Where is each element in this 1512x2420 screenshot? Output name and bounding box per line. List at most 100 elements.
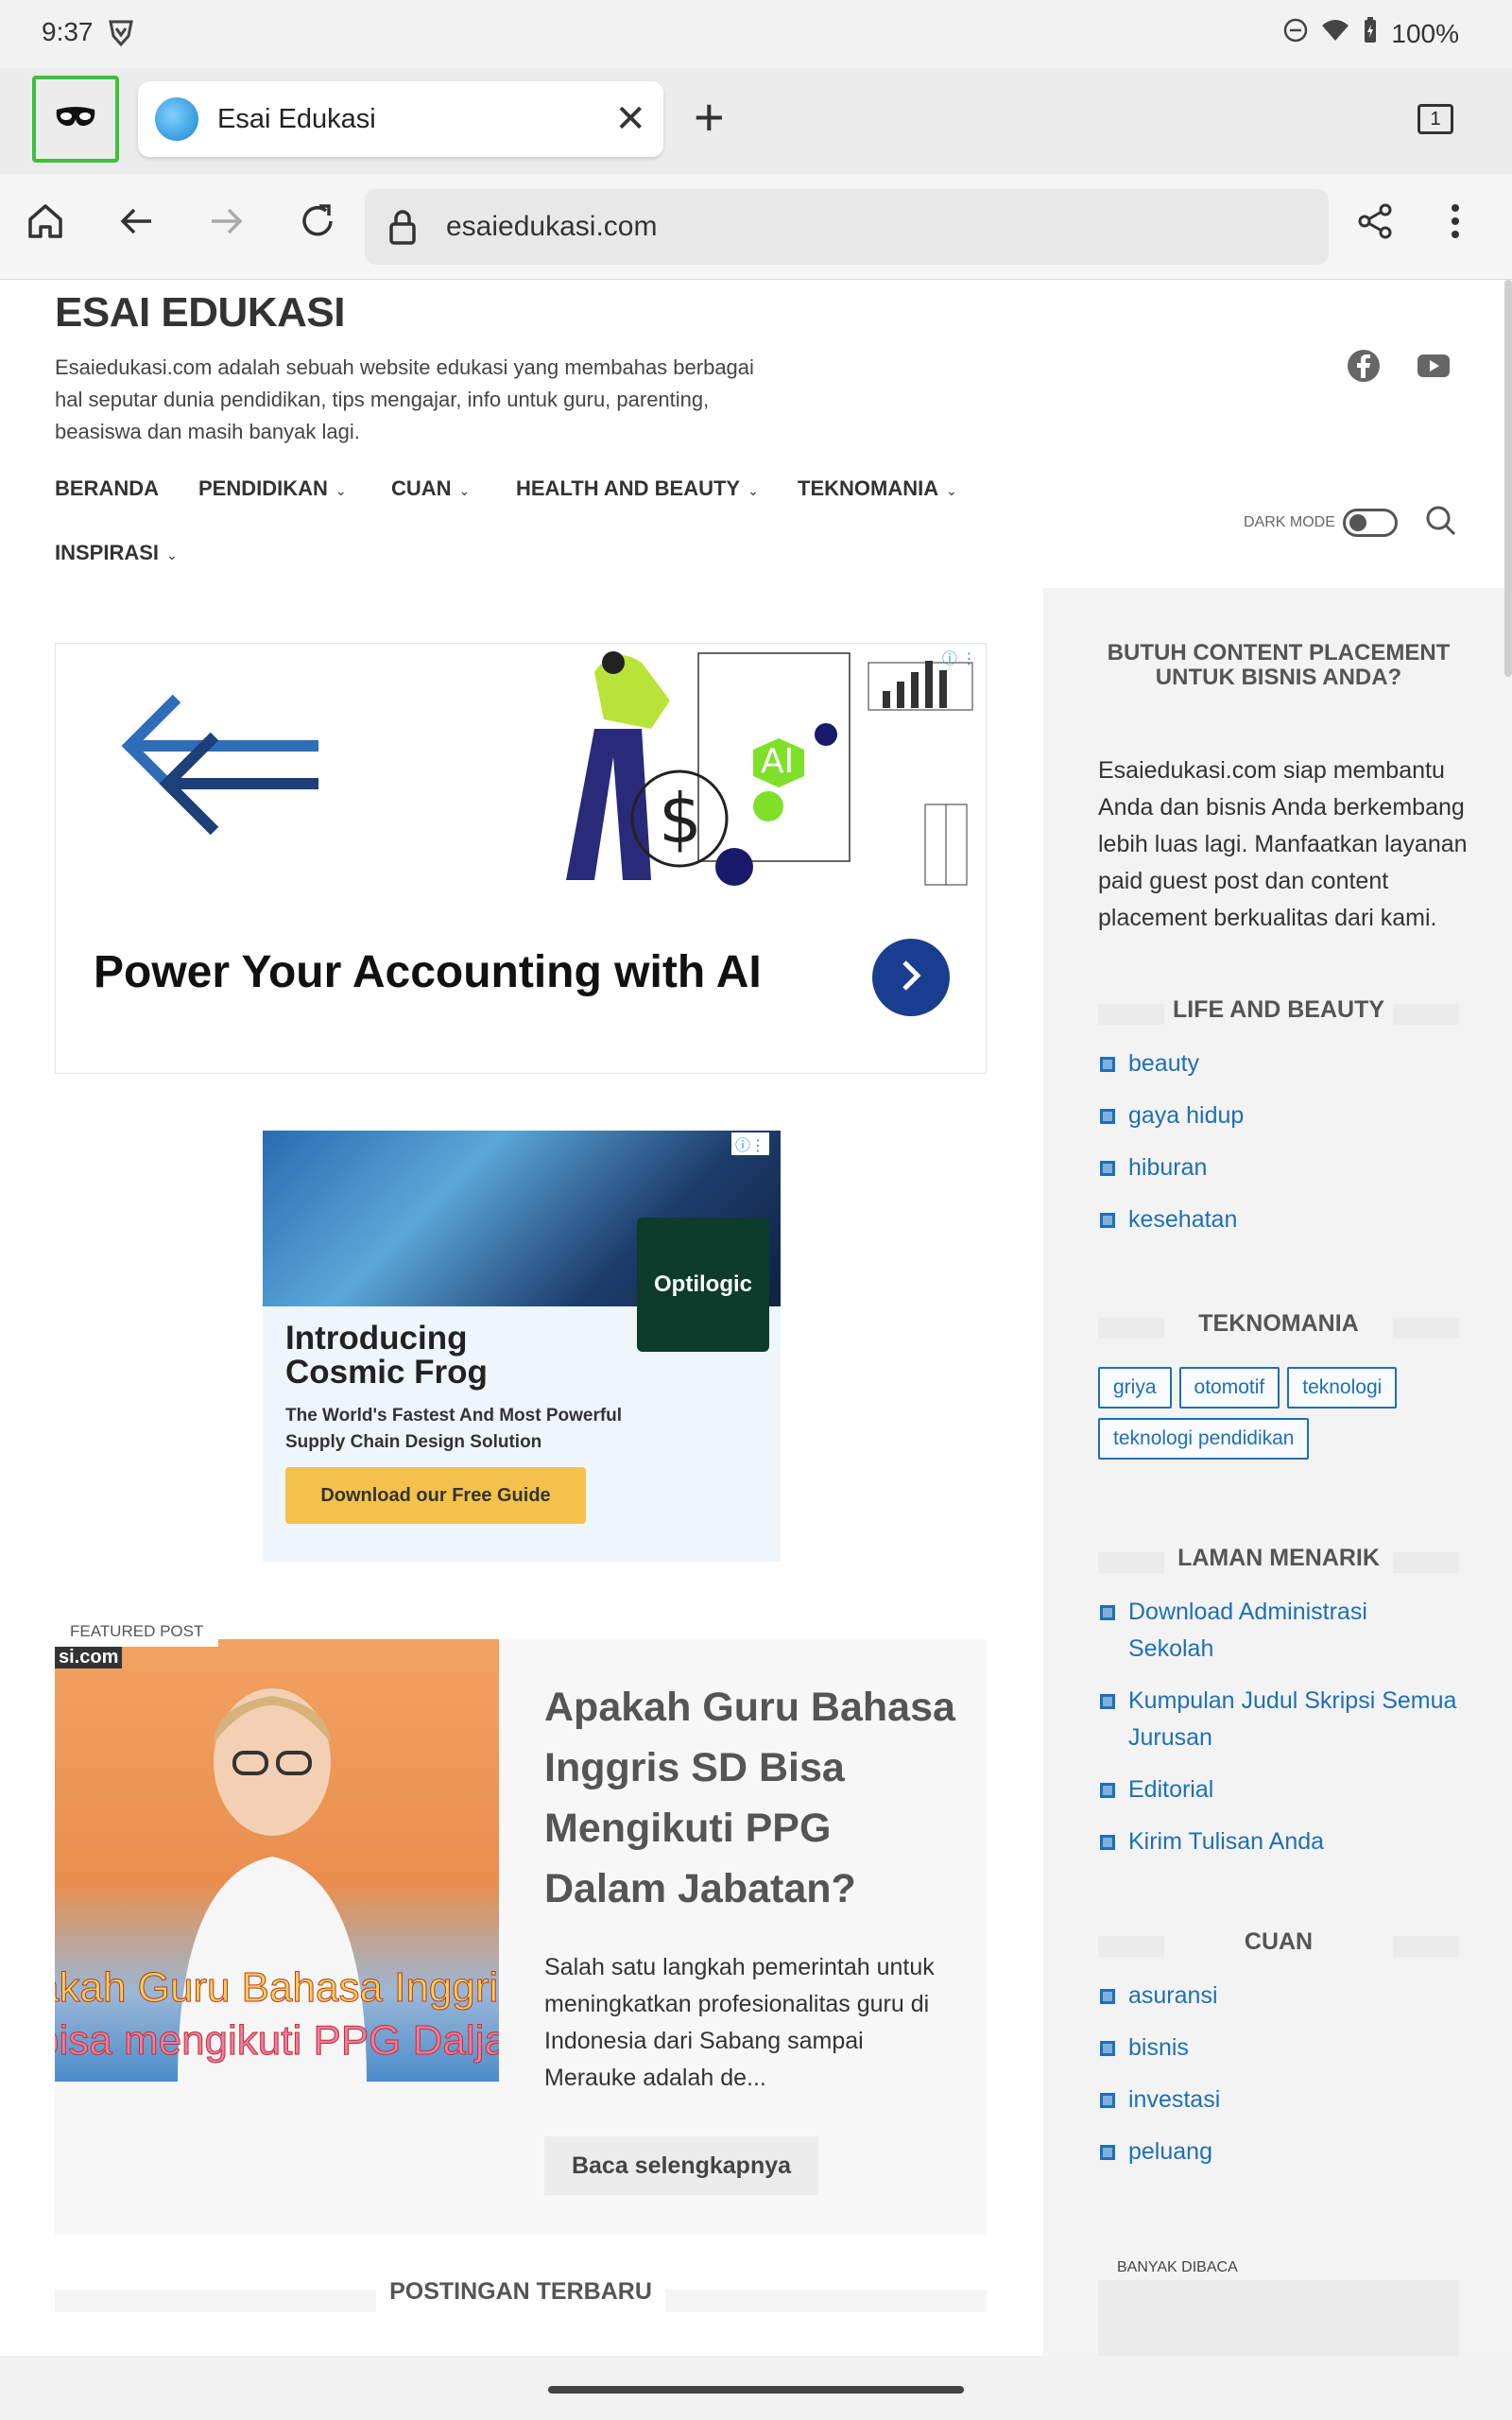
nav-beranda[interactable]: BERANDA bbox=[55, 476, 159, 501]
widget-title-life-beauty: LIFE AND BEAUTY bbox=[1098, 996, 1459, 1025]
tag-otomotif[interactable]: otomotif bbox=[1178, 1367, 1280, 1409]
home-icon[interactable] bbox=[25, 200, 66, 250]
widget-title-cuan: CUAN bbox=[1098, 1928, 1459, 1957]
home-gesture-handle[interactable] bbox=[548, 2386, 964, 2394]
address-bar[interactable]: esaiedukasi.com bbox=[365, 189, 1329, 265]
battery-icon bbox=[1363, 17, 1378, 50]
teknomania-tags: griya otomotif teknologi teknologi pendi… bbox=[1098, 1367, 1476, 1460]
ai-badge-text: AI bbox=[761, 742, 794, 781]
ad-subtext: The World's Fastest And Most Powerful Su… bbox=[285, 1406, 623, 1452]
sidebar-link-asuransi[interactable]: asuransi bbox=[1098, 1978, 1457, 2014]
sidebar-link-hiburan[interactable]: hiburan bbox=[1098, 1150, 1457, 1186]
tab-esai-edukasi[interactable]: Esai Edukasi ✕ bbox=[138, 81, 663, 157]
tag-griya[interactable]: griya bbox=[1098, 1367, 1172, 1409]
featured-post-title[interactable]: Apakah Guru Bahasa Inggris SD Bisa Mengi… bbox=[544, 1677, 960, 1919]
tag-teknologi[interactable]: teknologi bbox=[1287, 1367, 1398, 1409]
status-bar: 9:37 100% bbox=[0, 0, 1512, 68]
chevron-right-icon bbox=[897, 957, 925, 999]
share-icon[interactable] bbox=[1355, 200, 1397, 250]
widget-title-cuan-label: CUAN bbox=[1244, 1928, 1314, 1955]
ad-info-icon[interactable]: ⓘ ⋮ bbox=[942, 646, 976, 668]
chevron-down-icon: ⌄ bbox=[458, 483, 471, 498]
sidebar-link-investasi[interactable]: investasi bbox=[1098, 2082, 1457, 2118]
banyak-dibaca-widget: BANYAK DIBACA bbox=[1098, 2259, 1459, 2356]
ad-download-button[interactable]: Download our Free Guide bbox=[285, 1467, 586, 1524]
nav-cuan-label: CUAN bbox=[391, 476, 452, 500]
sidebar-link-gaya-hidup[interactable]: gaya hidup bbox=[1098, 1098, 1457, 1134]
vpn-shield-icon bbox=[108, 19, 134, 52]
new-tab-plus-icon[interactable]: + bbox=[694, 91, 725, 144]
advertisement-accounting-ai[interactable]: $ AI ⓘ ⋮ Power Your Accounting with AI bbox=[55, 643, 987, 1074]
page-scrollbar[interactable] bbox=[1504, 280, 1512, 677]
reload-icon[interactable] bbox=[297, 200, 338, 250]
sidebar-link-bisnis[interactable]: bisnis bbox=[1098, 2030, 1457, 2066]
banyak-dibaca-label: BANYAK DIBACA bbox=[1113, 2259, 1242, 2276]
widget-title-life-beauty-label: LIFE AND BEAUTY bbox=[1172, 996, 1385, 1023]
latest-posts-heading-label: POSTINGAN TERBARU bbox=[376, 2278, 665, 2305]
web-page: ESAI EDUKASI Esaiedukasi.com adalah sebu… bbox=[0, 280, 1512, 2356]
search-icon[interactable] bbox=[1425, 505, 1457, 542]
image-caption-line-2: bisa mengikuti PPG Dalja bbox=[55, 2017, 499, 2065]
chevron-down-icon: ⌄ bbox=[747, 483, 759, 498]
latest-posts-heading: POSTINGAN TERBARU bbox=[55, 2278, 987, 2312]
advertisement-cosmic-frog[interactable]: ⓘ⋮ Optilogic Introducing Cosmic Frog The… bbox=[263, 1131, 781, 1562]
url-text: esaiedukasi.com bbox=[446, 211, 658, 242]
sidebar-link-kirim-tulisan[interactable]: Kirim Tulisan Anda bbox=[1098, 1824, 1457, 1860]
featured-post-image[interactable]: si.com akah Guru Bahasa Inggris bisa men… bbox=[55, 1639, 499, 2082]
chevron-down-icon: ⌄ bbox=[166, 547, 178, 562]
battery-level: 100% bbox=[1391, 18, 1459, 48]
sidebar-link-judul-skripsi[interactable]: Kumpulan Judul Skripsi Semua Jurusan bbox=[1098, 1683, 1457, 1756]
nav-inspirasi[interactable]: INSPIRASI ⌄ bbox=[55, 541, 178, 565]
chevron-down-icon: ⌄ bbox=[335, 483, 347, 498]
tag-teknologi-pendidikan[interactable]: teknologi pendidikan bbox=[1098, 1418, 1310, 1460]
private-mode-button[interactable] bbox=[32, 76, 119, 163]
featured-post-label: FEATURED POST bbox=[55, 1616, 219, 1647]
site-favicon-icon bbox=[155, 97, 198, 141]
status-time: 9:37 bbox=[42, 17, 94, 46]
tab-title: Esai Edukasi bbox=[217, 103, 376, 134]
system-navigation-bar bbox=[0, 2356, 1512, 2420]
read-more-button[interactable]: Baca selengkapnya bbox=[544, 2136, 818, 2195]
forward-arrow-icon[interactable] bbox=[206, 200, 248, 250]
incognito-mask-icon bbox=[55, 106, 96, 133]
more-menu-icon[interactable] bbox=[1450, 200, 1461, 250]
optilogic-logo: Optilogic bbox=[637, 1218, 769, 1352]
sidebar-link-download-administrasi[interactable]: Download Administrasi Sekolah bbox=[1098, 1594, 1457, 1668]
promo-text: Esaiedukasi.com siap membantu Anda dan b… bbox=[1098, 757, 1468, 931]
browser-toolbar: esaiedukasi.com bbox=[0, 174, 1512, 280]
youtube-icon[interactable] bbox=[1416, 348, 1452, 384]
nav-pendidikan[interactable]: PENDIDIKAN ⌄ bbox=[198, 476, 347, 501]
toggle-switch[interactable] bbox=[1342, 509, 1398, 537]
ad-info-icon[interactable]: ⓘ⋮ bbox=[731, 1132, 770, 1155]
sidebar-link-peluang[interactable]: peluang bbox=[1098, 2134, 1457, 2170]
svg-text:$: $ bbox=[659, 779, 702, 858]
widget-title-laman-menarik: LAMAN MENARIK bbox=[1098, 1545, 1459, 1573]
site-title[interactable]: ESAI EDUKASI bbox=[55, 289, 345, 337]
nav-teknomania[interactable]: TEKNOMANIA ⌄ bbox=[798, 476, 957, 501]
accounting-illustration: $ AI bbox=[538, 644, 982, 894]
promo-title: BUTUH CONTENT PLACEMENT UNTUK BISNIS AND… bbox=[1107, 640, 1451, 690]
sidebar-link-beauty[interactable]: beauty bbox=[1098, 1046, 1457, 1082]
double-arrow-left-icon bbox=[120, 689, 318, 864]
nav-inspirasi-label: INSPIRASI bbox=[55, 541, 160, 564]
sidebar-link-editorial[interactable]: Editorial bbox=[1098, 1772, 1457, 1808]
nav-pendidikan-label: PENDIDIKAN bbox=[198, 476, 328, 500]
lock-icon bbox=[384, 208, 421, 246]
widget-title-laman-menarik-label: LAMAN MENARIK bbox=[1177, 1545, 1380, 1571]
back-arrow-icon[interactable] bbox=[115, 200, 157, 250]
wifi-icon bbox=[1321, 18, 1349, 49]
sidebar-link-kesehatan[interactable]: kesehatan bbox=[1098, 1201, 1457, 1238]
dark-mode-toggle[interactable]: DARK MODE bbox=[1244, 509, 1398, 537]
image-corner-text: si.com bbox=[55, 1647, 123, 1668]
laman-menarik-list: Download Administrasi Sekolah Kumpulan J… bbox=[1098, 1594, 1457, 1876]
nav-teknomania-label: TEKNOMANIA bbox=[798, 476, 939, 500]
dark-mode-label: DARK MODE bbox=[1244, 514, 1335, 530]
sidebar: BUTUH CONTENT PLACEMENT UNTUK BISNIS AND… bbox=[1043, 588, 1512, 2356]
nav-health-and-beauty[interactable]: HEALTH AND BEAUTY ⌄ bbox=[516, 476, 759, 501]
nav-cuan[interactable]: CUAN ⌄ bbox=[391, 476, 470, 501]
facebook-icon[interactable] bbox=[1346, 348, 1382, 384]
tab-count-button[interactable]: 1 bbox=[1418, 104, 1453, 134]
ad-heading: Introducing Cosmic Frog bbox=[285, 1320, 488, 1391]
close-tab-icon[interactable]: ✕ bbox=[614, 97, 646, 141]
ad-go-button[interactable] bbox=[872, 939, 950, 1016]
